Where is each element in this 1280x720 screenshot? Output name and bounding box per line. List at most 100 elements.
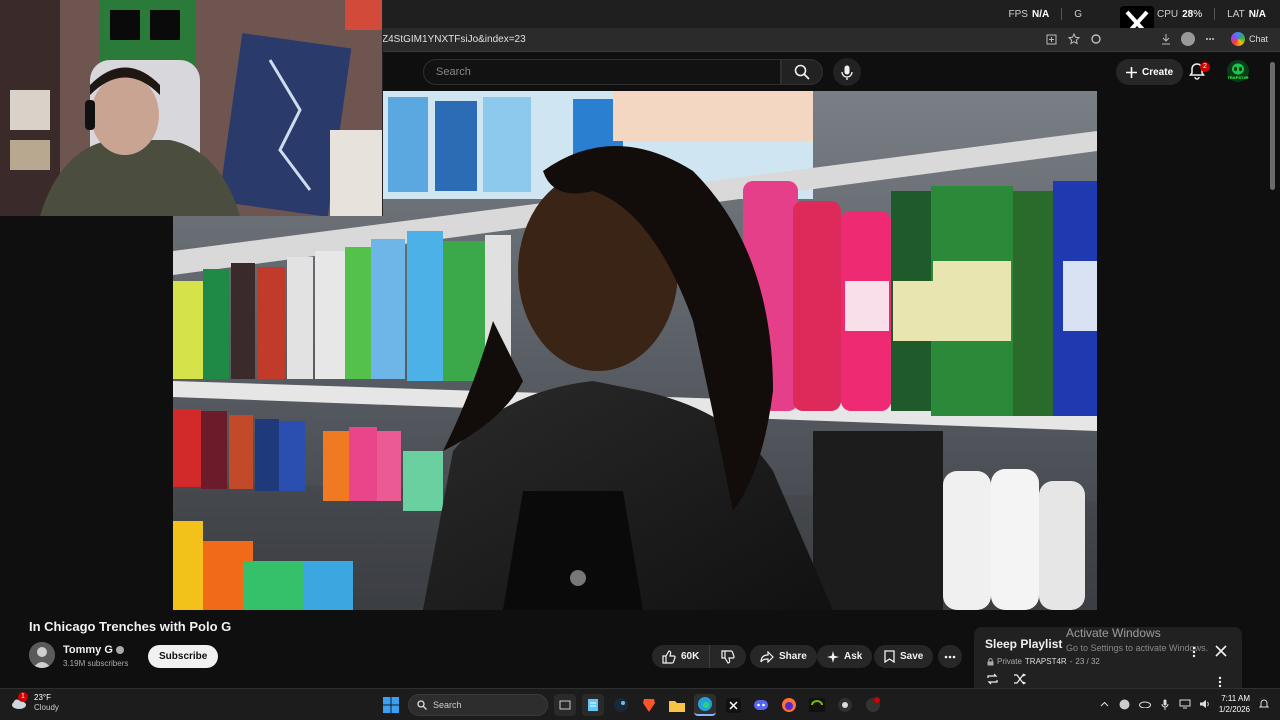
volume-icon[interactable] xyxy=(1199,698,1211,710)
clock-time: 7:11 AM xyxy=(1221,694,1250,703)
search-box[interactable] xyxy=(423,59,781,85)
app-with-notification-icon[interactable] xyxy=(862,694,884,716)
divider xyxy=(1061,8,1063,20)
search-button[interactable] xyxy=(781,59,823,85)
screen: FPS N/A G CPU 28% LAT N/A Z4StGIM1YNXTFsiJo… xyxy=(0,0,1280,720)
share-button[interactable]: Share xyxy=(750,645,817,668)
plus-icon xyxy=(1126,66,1137,78)
task-view-icon[interactable] xyxy=(554,694,576,716)
brave-icon[interactable] xyxy=(638,694,660,716)
system-tray: 7:11 AM 1/2/2026 xyxy=(1099,693,1270,715)
divider xyxy=(1214,8,1216,20)
save-label: Save xyxy=(900,651,924,662)
profile-avatar[interactable] xyxy=(1180,32,1195,46)
share-icon xyxy=(760,650,774,663)
chevron-up-icon[interactable] xyxy=(1099,698,1111,710)
search-icon xyxy=(417,700,427,710)
page-scrollbar[interactable] xyxy=(1270,62,1275,190)
search-input[interactable] xyxy=(424,60,780,84)
bookmark-icon xyxy=(884,650,895,663)
clock-date: 1/2/2026 xyxy=(1218,705,1250,714)
save-button-wrap: Save xyxy=(874,645,934,668)
thumbs-up-icon xyxy=(662,649,676,664)
more-actions-button[interactable] xyxy=(938,645,962,668)
taskbar-search[interactable]: Search xyxy=(408,694,548,716)
activate-windows-title: Activate Windows xyxy=(1066,626,1161,640)
lock-icon xyxy=(987,657,994,665)
obs-icon[interactable] xyxy=(834,694,856,716)
channel-avatar[interactable] xyxy=(29,642,55,668)
ask-button[interactable]: Ask xyxy=(817,645,873,668)
account-avatar[interactable]: TRAPST4R xyxy=(1227,60,1249,82)
dislike-button[interactable] xyxy=(710,645,746,668)
like-button[interactable]: 60K xyxy=(652,645,711,668)
capcut-icon[interactable] xyxy=(722,694,744,716)
notepad-icon[interactable] xyxy=(582,694,604,716)
shuffle-icon[interactable] xyxy=(1013,673,1026,685)
more-menu-icon[interactable] xyxy=(1203,32,1217,46)
windows-taskbar: 1 23°F Cloudy Search 7:11 AM 1/2/2026 xyxy=(0,688,1280,720)
playlist-privacy: Private xyxy=(997,657,1022,666)
refresh-extension-icon[interactable] xyxy=(1089,32,1103,46)
channel-name[interactable]: Tommy G xyxy=(63,644,124,656)
download-icon[interactable] xyxy=(1159,32,1173,46)
playlist-title[interactable]: Sleep Playlist xyxy=(985,637,1062,651)
loop-icon[interactable] xyxy=(986,673,999,685)
steam-tray-icon[interactable] xyxy=(1119,698,1131,710)
taskbar-apps: Search xyxy=(380,693,884,717)
chat-button[interactable]: Chat xyxy=(1230,32,1268,46)
weather-widget[interactable]: 1 23°F Cloudy xyxy=(10,692,59,713)
sparkle-icon xyxy=(827,650,839,663)
gpu-readout: G xyxy=(1074,8,1082,20)
extension-spacer xyxy=(1111,32,1151,46)
avatar-text: TRAPST4R xyxy=(1227,74,1249,80)
voice-search-button[interactable] xyxy=(833,58,861,86)
playlist-owner[interactable]: TRAPST4R xyxy=(1025,657,1067,666)
edge-browser-icon[interactable] xyxy=(694,694,716,716)
nvidia-icon[interactable] xyxy=(806,694,828,716)
bookmark-star-icon[interactable] xyxy=(1067,32,1081,46)
video-title: In Chicago Trenches with Polo G xyxy=(29,619,232,634)
temperature: 23°F xyxy=(34,693,51,702)
weather-condition: Cloudy xyxy=(34,703,59,712)
like-count: 60K xyxy=(681,651,700,662)
close-icon xyxy=(1215,645,1227,657)
ask-label: Ask xyxy=(844,651,863,662)
cloud-icon: 1 xyxy=(10,692,28,712)
network-icon[interactable] xyxy=(1179,698,1191,710)
subscriber-count: 3.19M subscribers xyxy=(63,659,129,668)
subscribe-button[interactable]: Subscribe xyxy=(148,645,219,668)
notification-badge: 2 xyxy=(1200,62,1210,72)
create-button[interactable]: Create xyxy=(1116,59,1184,85)
ask-button-wrap: Ask xyxy=(817,645,873,668)
file-explorer-icon[interactable] xyxy=(666,694,688,716)
activate-windows-subtitle: Go to Settings to activate Windows. xyxy=(1066,643,1209,653)
chat-label: Chat xyxy=(1248,34,1268,44)
clock[interactable]: 7:11 AM 1/2/2026 xyxy=(1219,693,1250,715)
microphone-tray-icon[interactable] xyxy=(1159,698,1171,710)
address-bar-actions: Chat xyxy=(1045,32,1268,46)
create-label: Create xyxy=(1142,66,1174,78)
playlist-close-button[interactable] xyxy=(1215,644,1229,658)
onedrive-icon[interactable] xyxy=(1138,698,1151,710)
like-dislike-group: 60K xyxy=(652,645,747,668)
channel-name-text: Tommy G xyxy=(63,644,113,656)
start-button[interactable] xyxy=(380,694,402,716)
notification-center-icon[interactable] xyxy=(1258,698,1270,710)
webcam-frame xyxy=(0,0,382,216)
install-app-icon[interactable] xyxy=(1045,32,1059,46)
share-label: Share xyxy=(779,651,807,662)
share-button-wrap: Share xyxy=(750,645,817,668)
more-horizontal-icon xyxy=(944,655,956,658)
steam-icon[interactable] xyxy=(610,694,632,716)
weather-badge: 1 xyxy=(18,692,28,702)
more-vertical-icon xyxy=(1218,676,1222,688)
verified-badge-icon xyxy=(115,646,124,654)
playlist-controls xyxy=(986,673,1026,685)
cpu-readout: CPU 28% xyxy=(1157,8,1203,20)
save-button[interactable]: Save xyxy=(874,645,934,668)
fps-readout: FPS N/A xyxy=(1008,8,1050,20)
firefox-icon[interactable] xyxy=(778,694,800,716)
gemini-icon xyxy=(1230,32,1245,46)
discord-icon[interactable] xyxy=(750,694,772,716)
